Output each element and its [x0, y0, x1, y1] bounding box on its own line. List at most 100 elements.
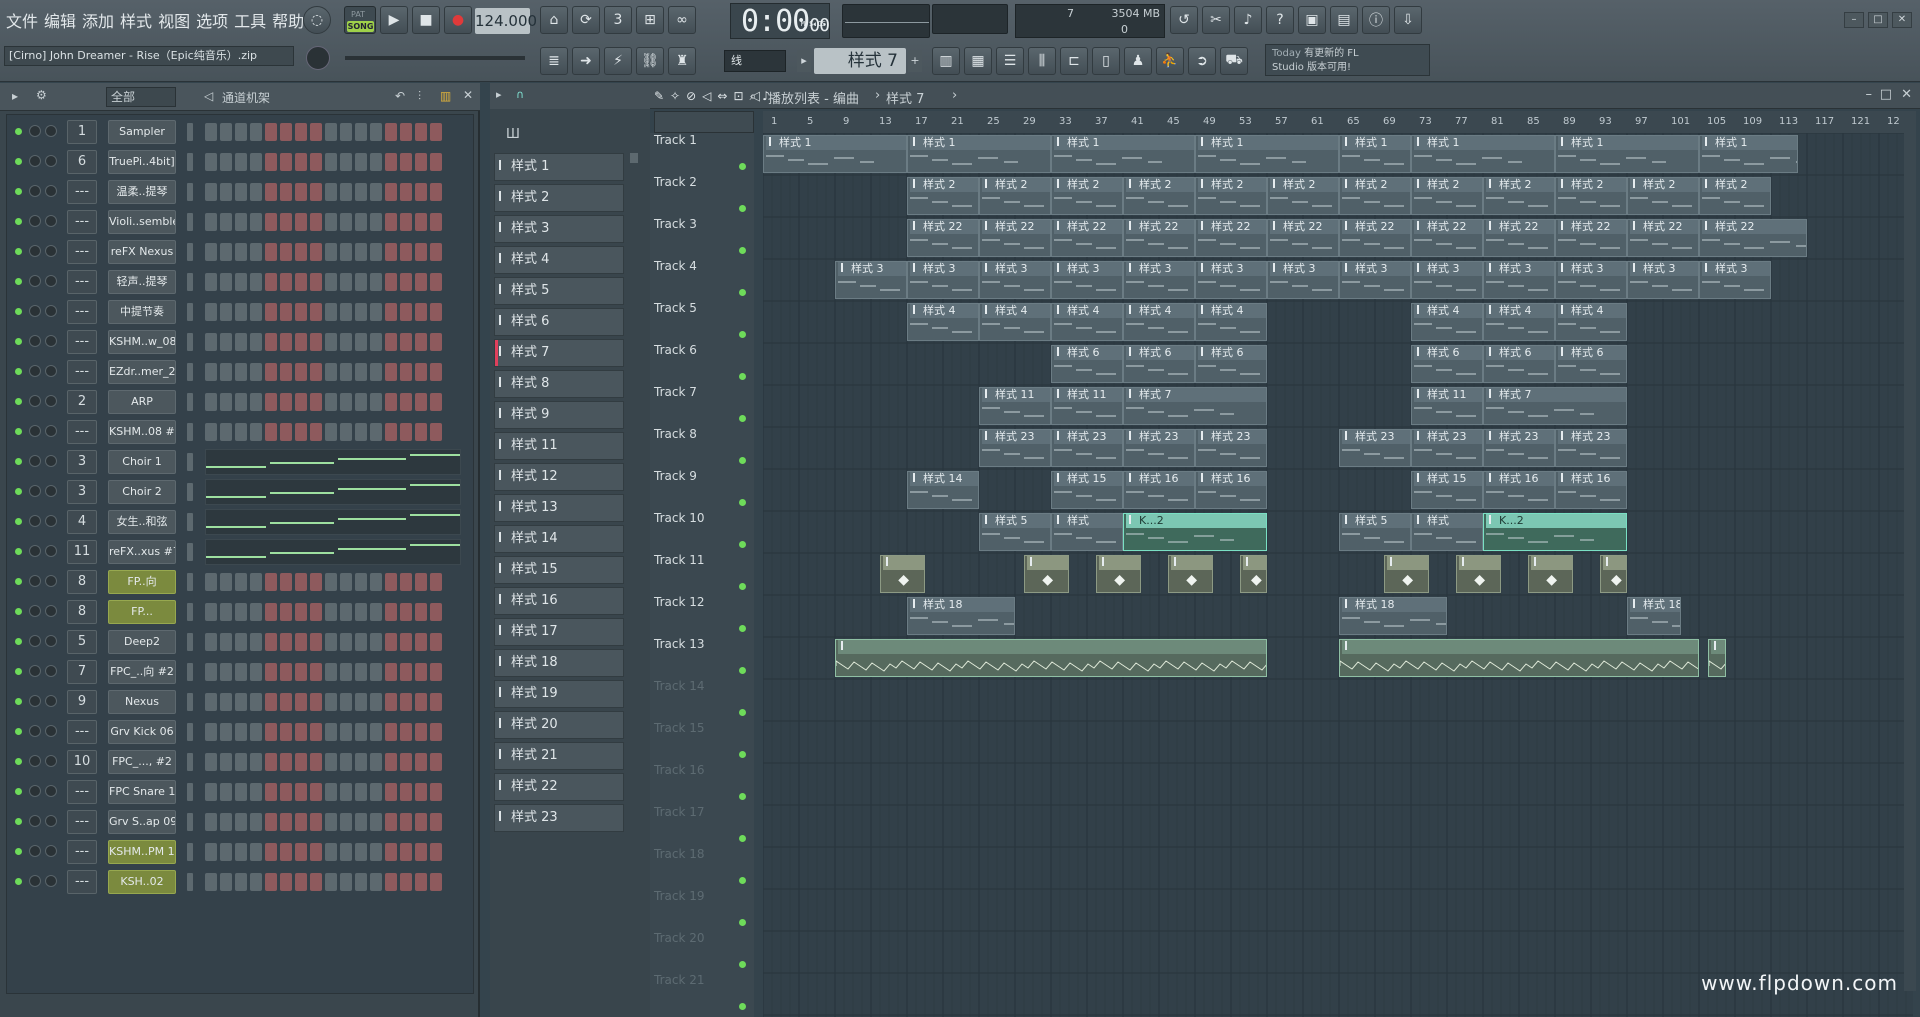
pan-knob[interactable] — [29, 875, 41, 887]
cut-button[interactable]: ✂ — [1202, 6, 1230, 34]
track-enable-led[interactable] — [739, 709, 746, 716]
playlist-clip[interactable]: 样式 4 — [1411, 303, 1483, 341]
step-button[interactable] — [355, 153, 367, 171]
close-icon[interactable]: ✕ — [463, 88, 473, 102]
step-button[interactable] — [280, 153, 292, 171]
step-button[interactable] — [325, 273, 337, 291]
channel-mute-led[interactable] — [15, 188, 22, 195]
channel-mute-led[interactable] — [15, 668, 22, 675]
step-button[interactable] — [415, 813, 427, 831]
snap-select[interactable]: 线 — [724, 50, 786, 72]
pattern-item[interactable]: 样式 13 — [494, 494, 624, 522]
step-button[interactable] — [250, 243, 262, 261]
step-button[interactable] — [295, 723, 307, 741]
step-button[interactable] — [235, 423, 247, 441]
channel-select[interactable] — [187, 453, 193, 471]
timeline-ruler[interactable]: 1 5 9 13 17 21 25 29 33 37 41 45 49 53 57 61 65 69 73 77 81 8… — [763, 111, 1913, 133]
step-button[interactable] — [355, 783, 367, 801]
step-button[interactable] — [430, 573, 442, 591]
volume-knob[interactable] — [45, 455, 57, 467]
step-button[interactable] — [265, 843, 277, 861]
step-button[interactable] — [400, 723, 412, 741]
playlist-clip[interactable]: 样式 22 — [1627, 219, 1699, 257]
playlist-clip[interactable]: 样式 1 — [763, 135, 907, 173]
playlist-clip[interactable]: 样式 4 — [1051, 303, 1123, 341]
step-button[interactable] — [220, 363, 232, 381]
playlist-clip[interactable]: ◆ — [1024, 555, 1069, 593]
prev-pattern-icon[interactable]: ▸ — [797, 50, 811, 72]
arrow-right-icon[interactable]: ▸ — [496, 88, 502, 101]
info-button[interactable]: ⓘ — [1362, 6, 1390, 34]
save-button[interactable]: ▣ — [1298, 6, 1326, 34]
track-enable-led[interactable] — [739, 961, 746, 968]
step-button[interactable] — [220, 333, 232, 351]
step-button[interactable] — [370, 303, 382, 321]
playlist-clip[interactable]: 样式 22 — [907, 219, 979, 257]
step-button[interactable] — [415, 873, 427, 891]
step-button[interactable] — [250, 153, 262, 171]
volume-knob[interactable] — [45, 515, 57, 527]
add-pattern-icon[interactable]: + — [908, 50, 922, 72]
pattern-item[interactable]: 样式 14 — [494, 525, 624, 553]
channel-select[interactable] — [187, 363, 193, 381]
step-button[interactable] — [205, 363, 217, 381]
volume-knob[interactable] — [45, 395, 57, 407]
step-button[interactable] — [250, 423, 262, 441]
step-button[interactable] — [250, 273, 262, 291]
channel-name-button[interactable]: reFX..xus #7 — [108, 540, 176, 564]
step-button[interactable] — [250, 873, 262, 891]
step-button[interactable] — [370, 243, 382, 261]
news-panel[interactable]: Today 有更新的 FL Studio 版本可用! — [1265, 44, 1430, 76]
playlist-clip[interactable]: 样式 2 — [1123, 177, 1195, 215]
volume-knob[interactable] — [45, 245, 57, 257]
step-button[interactable] — [220, 273, 232, 291]
step-button[interactable] — [325, 153, 337, 171]
step-button[interactable] — [325, 633, 337, 651]
step-sequencer[interactable] — [205, 783, 442, 801]
channel-mute-led[interactable] — [15, 248, 22, 255]
step-button[interactable] — [340, 333, 352, 351]
step-button[interactable] — [310, 273, 322, 291]
playlist-clip[interactable]: 样式 1 — [1699, 135, 1798, 173]
channel-name-button[interactable]: Choir 1 — [108, 450, 176, 474]
step-button[interactable] — [325, 393, 337, 411]
channel-select[interactable] — [187, 633, 193, 651]
channel-row[interactable]: 9 Nexus — [7, 687, 473, 717]
playlist-clip[interactable]: ◆ — [1456, 555, 1501, 593]
step-button[interactable] — [280, 183, 292, 201]
step-button[interactable] — [340, 183, 352, 201]
playlist-clip[interactable]: 样式 1 — [1411, 135, 1555, 173]
track-enable-led[interactable] — [739, 877, 746, 884]
menu-item[interactable]: 编辑 — [44, 8, 76, 32]
channel-select[interactable] — [187, 183, 193, 201]
metronome-button[interactable]: ⌂ — [540, 6, 568, 34]
channel-name-button[interactable]: 中提节奏 — [108, 300, 176, 324]
channel-name-button[interactable]: 温柔..提琴 — [108, 180, 176, 204]
channel-mute-led[interactable] — [15, 638, 22, 645]
channel-row[interactable]: 10 FPC_..., #2 — [7, 747, 473, 777]
step-button[interactable] — [265, 783, 277, 801]
step-button[interactable] — [310, 573, 322, 591]
step-sequencer[interactable] — [205, 363, 442, 381]
step-button[interactable] — [220, 813, 232, 831]
mini-piano-roll[interactable] — [205, 509, 461, 535]
pan-knob[interactable] — [29, 605, 41, 617]
mixer-track-number[interactable]: --- — [67, 840, 97, 864]
playlist-clip[interactable]: 样式 3 — [1699, 261, 1771, 299]
playlist-clip[interactable]: 样式 14 — [907, 471, 979, 509]
step-button[interactable] — [235, 243, 247, 261]
plugin-button[interactable]: ⚡ — [604, 47, 632, 75]
channel-select[interactable] — [187, 303, 193, 321]
step-button[interactable] — [385, 123, 397, 141]
step-button[interactable] — [265, 693, 277, 711]
vertical-scrollbar[interactable] — [1904, 111, 1916, 991]
step-button[interactable] — [325, 723, 337, 741]
pattern-item[interactable]: 样式 17 — [494, 618, 624, 646]
step-button[interactable] — [415, 723, 427, 741]
pan-knob[interactable] — [29, 755, 41, 767]
pan-knob[interactable] — [29, 695, 41, 707]
volume-knob[interactable] — [45, 485, 57, 497]
step-button[interactable] — [325, 873, 337, 891]
step-button[interactable] — [205, 123, 217, 141]
step-button[interactable] — [235, 123, 247, 141]
